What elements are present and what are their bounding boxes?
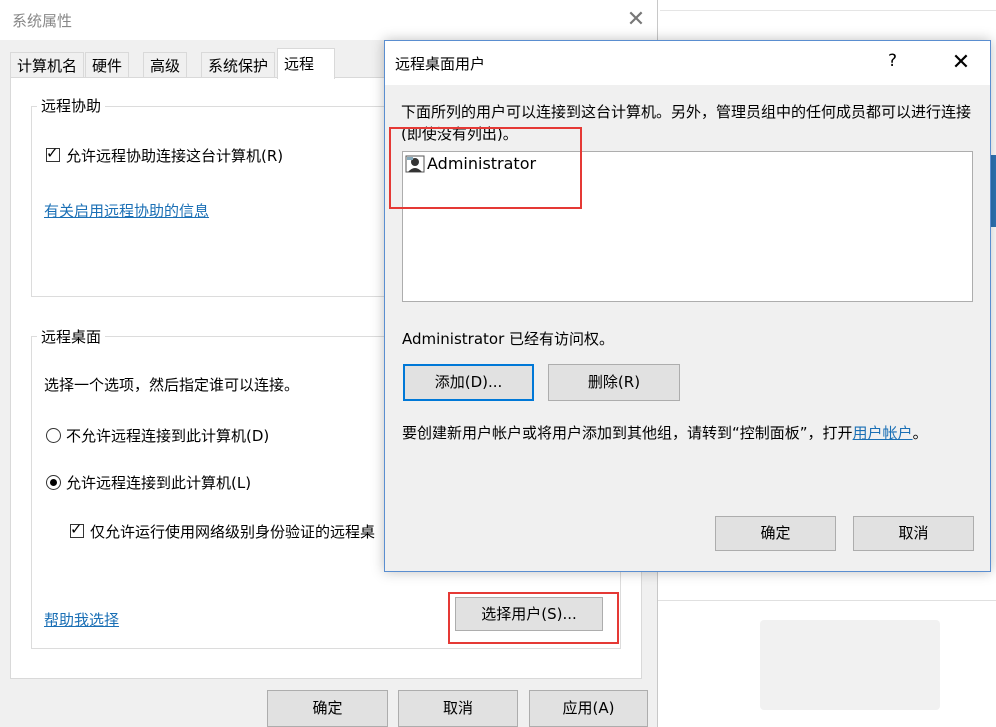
access-status-text: Administrator 已经有访问权。 [402,330,615,348]
background-divider [660,10,996,11]
tab-remote[interactable]: 远程 [277,48,335,79]
highlight-select-users [448,592,619,644]
remote-desktop-title: 远程桌面 [37,326,106,347]
remote-desktop-instruction: 选择一个选项，然后指定谁可以连接。 [44,376,300,394]
tab-computer-name[interactable]: 计算机名 [10,52,85,79]
allow-remote-radio[interactable] [46,475,61,490]
deny-remote-label[interactable]: 不允许远程连接到此计算机(D) [66,425,269,446]
radio-selected-dot [50,479,57,486]
help-me-choose-link[interactable]: 帮助我选择 [44,609,119,630]
dialog-cancel-button[interactable]: 取消 [853,516,974,551]
help-icon[interactable]: ? [888,51,897,71]
dialog-titlebar: 远程桌面用户 ? ✕ [385,41,990,85]
nla-only-label[interactable]: 仅允许运行使用网络级别身份验证的远程桌 [90,521,375,542]
tab-hardware[interactable]: 硬件 [85,52,130,79]
background-divider-lower [655,600,996,601]
footer-end: 。 [912,424,928,442]
system-properties-titlebar: 系统属性 ✕ [0,0,657,40]
footer-text: 要创建新用户帐户或将用户添加到其他组，请转到“控制面板”，打开 [402,424,853,442]
close-icon[interactable]: ✕ [620,4,652,36]
close-icon[interactable]: ✕ [945,47,977,79]
allow-remote-assistance-label[interactable]: 允许远程协助连接这台计算机(R) [66,145,283,166]
nla-only-checkbox[interactable]: ✓ [70,520,84,538]
allow-remote-label[interactable]: 允许远程连接到此计算机(L) [66,472,251,493]
apply-button[interactable]: 应用(A) [529,690,648,727]
checkmark-icon: ✓ [70,520,83,538]
deny-remote-radio[interactable] [46,428,61,443]
background-blur-area [760,620,940,710]
remove-user-button[interactable]: 删除(R) [548,364,680,401]
checkmark-icon: ✓ [46,144,59,162]
ok-button[interactable]: 确定 [267,690,388,727]
tab-advanced[interactable]: 高级 [143,52,188,79]
remote-desktop-users-dialog: 远程桌面用户 ? ✕ 下面所列的用户可以连接到这台计算机。另外，管理员组中的任何… [384,40,991,572]
window-title: 系统属性 [12,12,73,30]
dialog-ok-button[interactable]: 确定 [715,516,836,551]
remote-assistance-info-link[interactable]: 有关启用远程协助的信息 [44,200,209,221]
remote-assistance-title: 远程协助 [37,95,106,116]
dialog-title: 远程桌面用户 [395,55,486,73]
user-accounts-link[interactable]: 用户帐户 [853,424,913,442]
cancel-button[interactable]: 取消 [398,690,518,727]
allow-remote-assistance-checkbox[interactable]: ✓ [46,144,60,162]
footer-instruction: 要创建新用户帐户或将用户添加到其他组，请转到“控制面板”，打开用户帐户。 [402,422,928,443]
tab-system-protection[interactable]: 系统保护 [201,52,276,79]
highlight-administrator [389,127,582,209]
add-user-button[interactable]: 添加(D)... [403,364,534,401]
